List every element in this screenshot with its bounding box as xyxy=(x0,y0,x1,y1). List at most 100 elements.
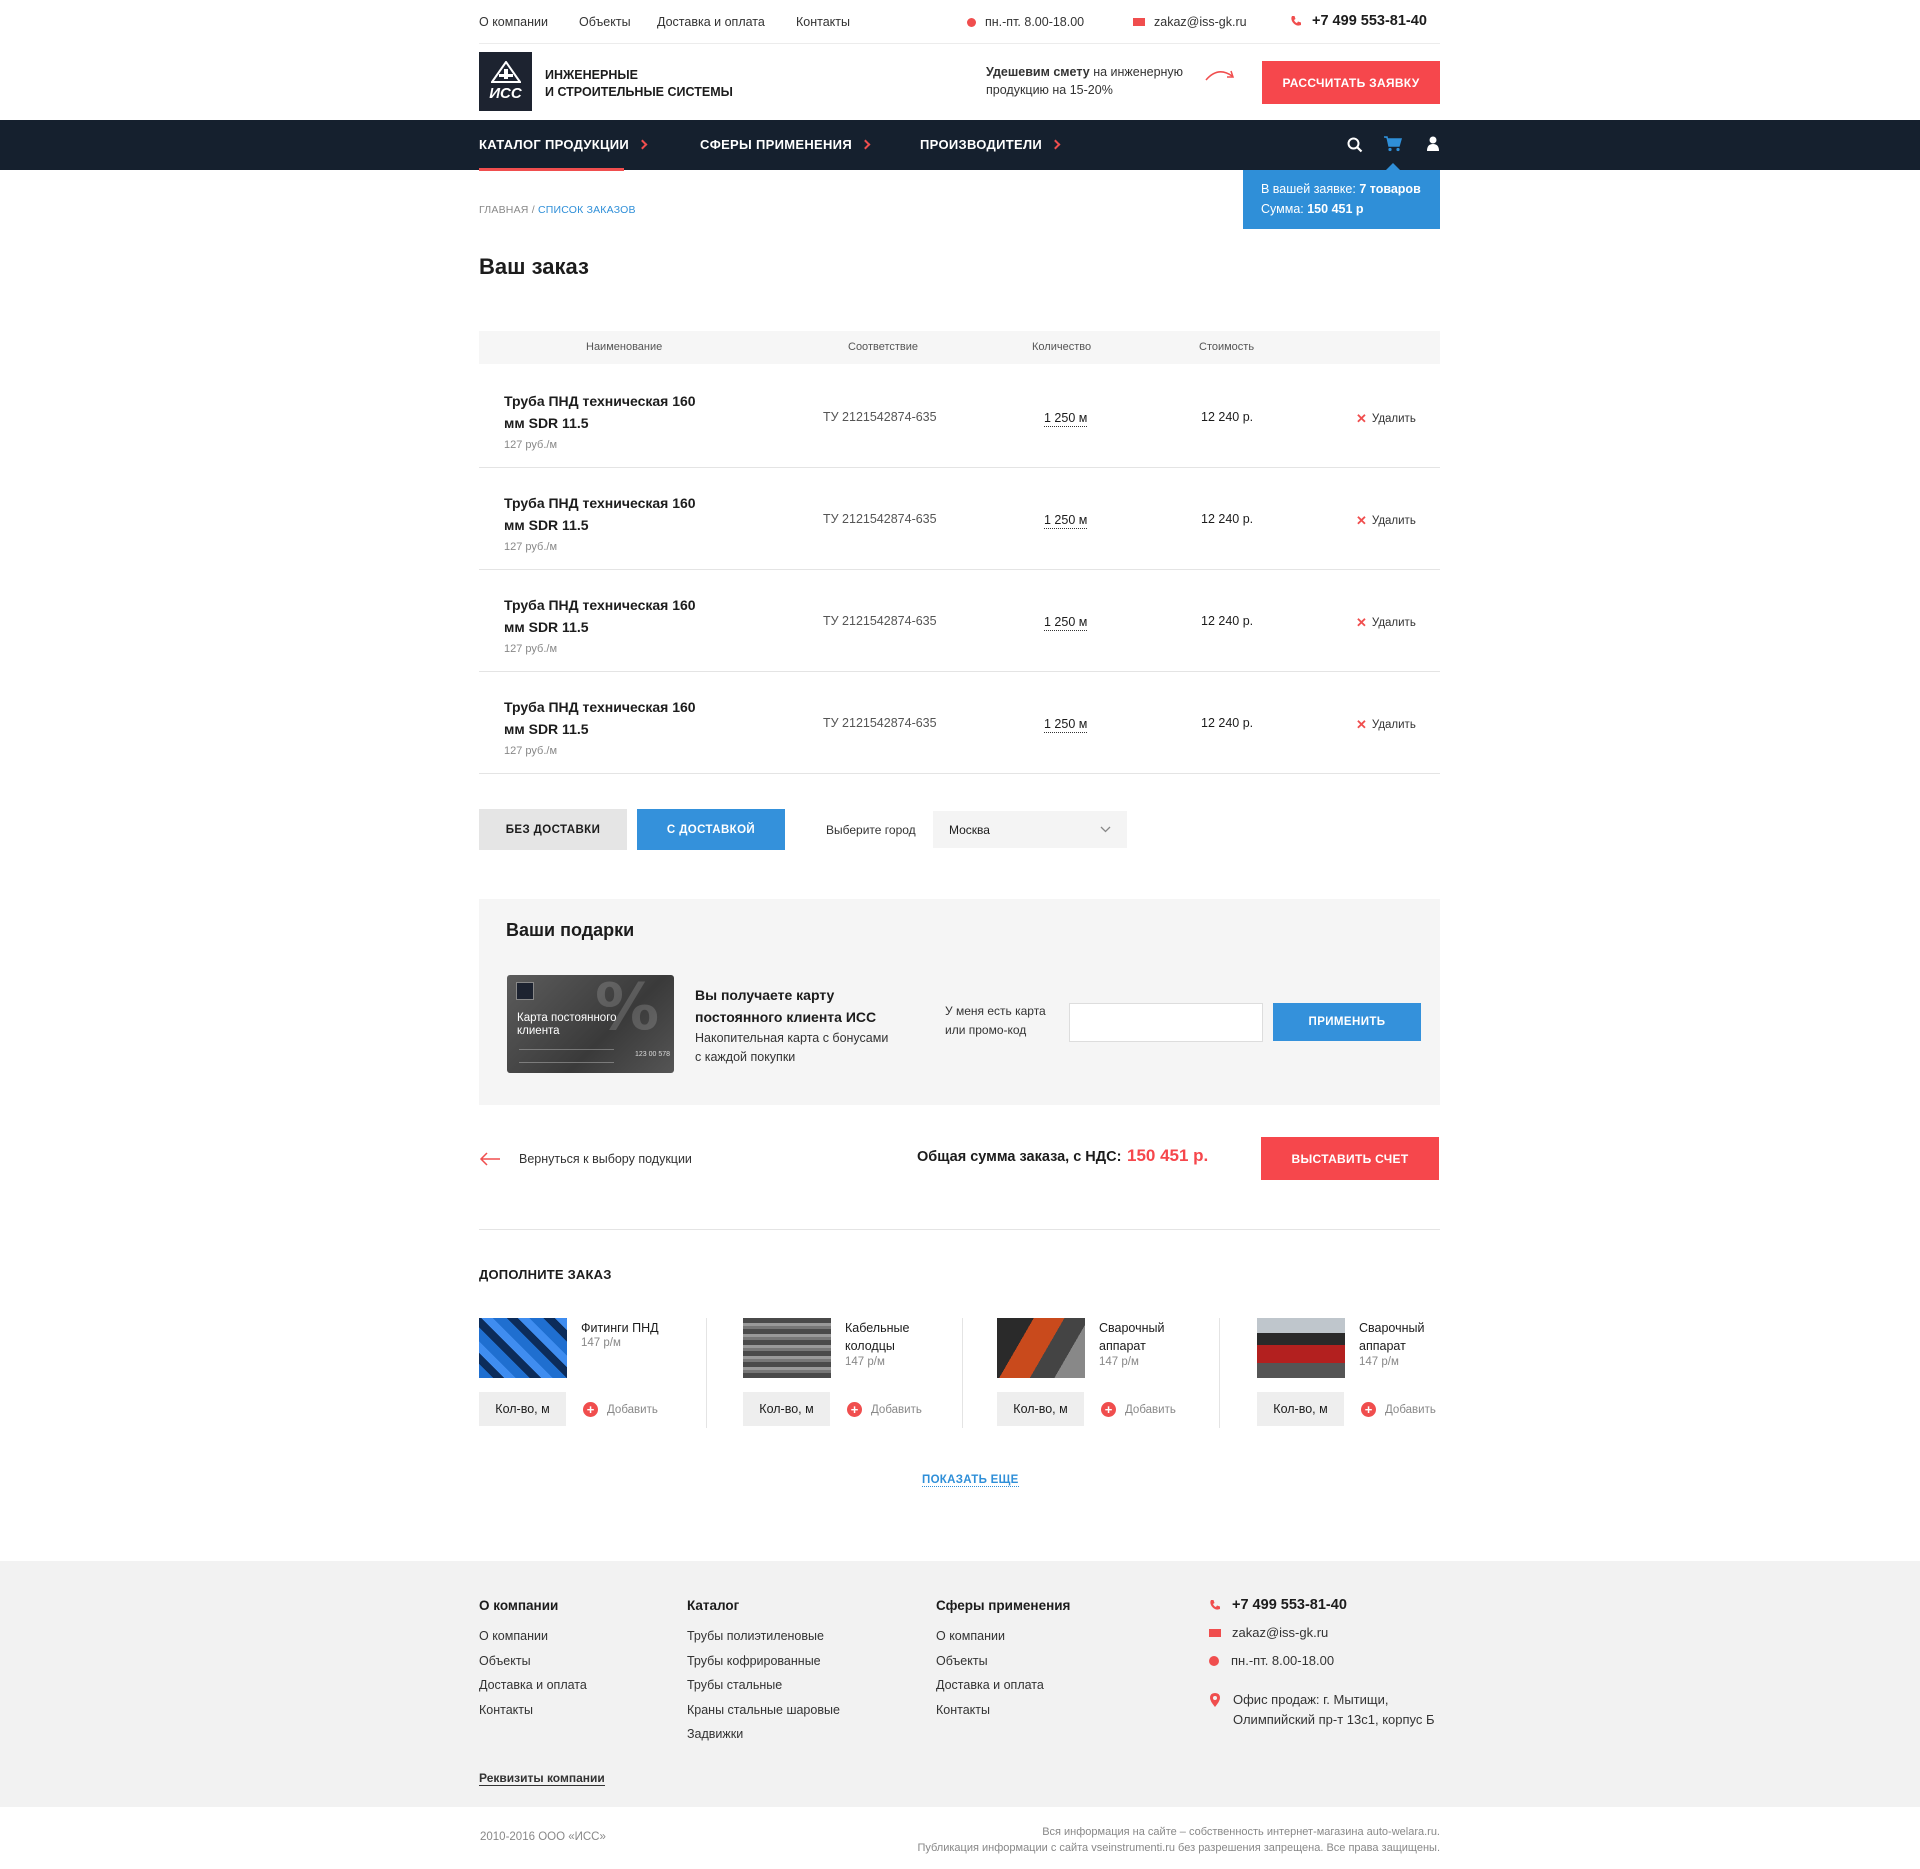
email-text[interactable]: zakaz@iss-gk.ru xyxy=(1154,15,1247,29)
product-image-fittings[interactable] xyxy=(479,1318,567,1378)
legal-line-2: Публикация информации с сайта vseinstrum… xyxy=(917,1842,1440,1854)
breadcrumb-separator: / xyxy=(528,204,538,216)
city-select[interactable]: Москва xyxy=(933,811,1127,848)
quantity-field[interactable]: Кол-во, м xyxy=(479,1392,566,1426)
logo[interactable]: ИСС xyxy=(479,52,532,111)
table-header: Наименование Соответствие Количество Сто… xyxy=(479,331,1440,364)
calculate-request-button[interactable]: РАССЧИТАТЬ ЗАЯВКУ xyxy=(1262,61,1440,104)
quantity-field[interactable]: Кол-во, м xyxy=(997,1392,1084,1426)
requisites-link[interactable]: Реквизиты компании xyxy=(479,1771,605,1786)
product-image-welder[interactable] xyxy=(1257,1318,1345,1378)
footer-link[interactable]: Доставка и оплата xyxy=(936,1678,1070,1703)
promo-code-input[interactable] xyxy=(1069,1003,1263,1042)
delete-button[interactable]: ✕ Удалить xyxy=(1356,615,1416,631)
header-spec: Соответствие xyxy=(848,341,919,353)
back-link[interactable]: Вернуться к выбору подукции xyxy=(479,1152,692,1166)
offer-title-line-1: Вы получаете карту xyxy=(695,987,835,1003)
top-link-about[interactable]: О компании xyxy=(479,15,548,29)
legal-line-1: Вся информация на сайте – собственность … xyxy=(1042,1826,1440,1838)
footer-link[interactable]: Доставка и оплата xyxy=(479,1678,587,1703)
delete-button[interactable]: ✕ Удалить xyxy=(1356,717,1416,733)
footer-phone[interactable]: +7 499 553-81-40 xyxy=(1209,1597,1347,1613)
product-unit-price: 127 руб./м xyxy=(504,643,558,655)
footer-link[interactable]: Контакты xyxy=(936,1703,1070,1728)
footer-link[interactable]: О компании xyxy=(479,1629,587,1654)
product-name[interactable]: Фитинги ПНД xyxy=(581,1319,691,1337)
quantity-field[interactable]: Кол-во, м xyxy=(1257,1392,1344,1426)
chevron-right-icon xyxy=(860,139,871,150)
top-phone[interactable]: +7 499 553-81-40 xyxy=(1290,13,1427,29)
nav-catalog[interactable]: КАТАЛОГ ПРОДУКЦИИ xyxy=(479,120,648,170)
product-quantity[interactable]: 1 250 м xyxy=(1044,614,1088,631)
add-button[interactable]: + Добавить xyxy=(1361,1402,1436,1417)
footer-link[interactable]: Трубы кофрированные xyxy=(687,1654,840,1679)
user-icon[interactable] xyxy=(1426,136,1440,152)
product-image-wells[interactable] xyxy=(743,1318,831,1378)
promo-text: Удешевим смету на инженерную продукцию н… xyxy=(986,63,1183,99)
phone-text[interactable]: +7 499 553-81-40 xyxy=(1312,13,1427,29)
product-quantity[interactable]: 1 250 м xyxy=(1044,410,1088,427)
no-delivery-button[interactable]: БЕЗ ДОСТАВКИ xyxy=(479,809,627,850)
product-name[interactable]: Труба ПНД техническая 160 мм SDR 11.5 xyxy=(504,594,704,638)
footer-link[interactable]: Контакты xyxy=(479,1703,587,1728)
arrow-left-icon xyxy=(479,1152,500,1166)
delete-button[interactable]: ✕ Удалить xyxy=(1356,513,1416,529)
product-image-welder[interactable] xyxy=(997,1318,1085,1378)
add-button[interactable]: + Добавить xyxy=(847,1402,922,1417)
quantity-field[interactable]: Кол-во, м xyxy=(743,1392,830,1426)
delete-button[interactable]: ✕ Удалить xyxy=(1356,411,1416,427)
back-link-label: Вернуться к выбору подукции xyxy=(519,1152,692,1166)
product-name[interactable]: Труба ПНД техническая 160 мм SDR 11.5 xyxy=(504,390,704,434)
footer-link[interactable]: О компании xyxy=(936,1629,1070,1654)
top-email[interactable]: zakaz@iss-gk.ru xyxy=(1133,15,1247,29)
product-name[interactable]: Сварочный аппарат xyxy=(1099,1319,1209,1355)
footer-email-text[interactable]: zakaz@iss-gk.ru xyxy=(1232,1625,1328,1640)
address-line-2: Олимпийский пр-т 13с1, корпус Б xyxy=(1233,1712,1435,1727)
add-label: Добавить xyxy=(607,1403,658,1416)
top-link-objects[interactable]: Объекты xyxy=(579,15,631,29)
footer-link[interactable]: Краны стальные шаровые xyxy=(687,1703,840,1728)
clock-icon xyxy=(1209,1656,1219,1666)
header-quantity: Количество xyxy=(1032,341,1092,353)
top-link-delivery[interactable]: Доставка и оплата xyxy=(657,15,765,29)
logo-line-2: И СТРОИТЕЛЬНЫЕ СИСТЕМЫ xyxy=(545,85,733,99)
issue-invoice-button[interactable]: ВЫСТАВИТЬ СЧЕТ xyxy=(1261,1137,1439,1180)
add-button[interactable]: + Добавить xyxy=(1101,1402,1176,1417)
footer-link[interactable]: Задвижки xyxy=(687,1727,840,1752)
add-label: Добавить xyxy=(1385,1403,1436,1416)
show-more-link[interactable]: ПОКАЗАТЬ ЕЩЕ xyxy=(922,1474,1019,1487)
breadcrumb-home[interactable]: ГЛАВНАЯ xyxy=(479,204,529,216)
close-icon: ✕ xyxy=(1356,411,1367,426)
with-delivery-button[interactable]: С ДОСТАВКОЙ xyxy=(637,809,785,850)
top-bar: О компании Объекты Доставка и оплата Кон… xyxy=(479,0,1440,44)
apply-button[interactable]: ПРИМЕНИТЬ xyxy=(1273,1003,1421,1041)
footer-phone-text[interactable]: +7 499 553-81-40 xyxy=(1232,1597,1347,1613)
total-label: Общая сумма заказа, с НДС: xyxy=(917,1149,1122,1165)
product-quantity[interactable]: 1 250 м xyxy=(1044,512,1088,529)
add-button[interactable]: + Добавить xyxy=(583,1402,658,1417)
cart-sum-label: Сумма: xyxy=(1261,202,1308,216)
top-link-contacts[interactable]: Контакты xyxy=(796,15,850,29)
header-name: Наименование xyxy=(586,341,663,353)
add-label: Добавить xyxy=(871,1403,922,1416)
product-name[interactable]: Труба ПНД техническая 160 мм SDR 11.5 xyxy=(504,492,704,536)
search-icon[interactable] xyxy=(1347,137,1363,153)
product-name[interactable]: Труба ПНД техническая 160 мм SDR 11.5 xyxy=(504,696,704,740)
footer-col-catalog: Каталог Трубы полиэтиленовые Трубы кофри… xyxy=(687,1598,840,1752)
footer-link[interactable]: Трубы стальные xyxy=(687,1678,840,1703)
footer-email[interactable]: zakaz@iss-gk.ru xyxy=(1209,1625,1328,1640)
offer-title-line-2: постоянного клиента ИСС xyxy=(695,1009,877,1025)
product-name[interactable]: Кабельные колодцы xyxy=(845,1319,955,1355)
product-quantity[interactable]: 1 250 м xyxy=(1044,716,1088,733)
breadcrumb-current[interactable]: СПИСОК ЗАКАЗОВ xyxy=(538,204,636,216)
footer-link[interactable]: Объекты xyxy=(936,1654,1070,1679)
cart-icon[interactable] xyxy=(1384,136,1402,152)
footer-link[interactable]: Трубы полиэтиленовые xyxy=(687,1629,840,1654)
cart-summary-popup[interactable]: В вашей заявке: 7 товаров Сумма: 150 451… xyxy=(1243,170,1440,229)
product-name[interactable]: Сварочный аппарат xyxy=(1359,1319,1469,1355)
nav-spheres[interactable]: СФЕРЫ ПРИМЕНЕНИЯ xyxy=(700,120,871,170)
nav-manufacturers[interactable]: ПРОИЗВОДИТЕЛИ xyxy=(920,120,1061,170)
footer-link[interactable]: Объекты xyxy=(479,1654,587,1679)
product-price: 147 р/м xyxy=(581,1337,621,1349)
copyright: 2010-2016 ООО «ИСС» xyxy=(480,1831,606,1843)
